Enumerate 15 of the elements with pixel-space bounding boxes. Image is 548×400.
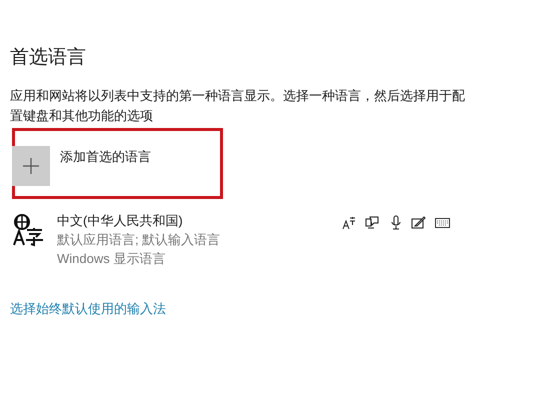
language-detail: Windows 显示语言 bbox=[57, 250, 166, 268]
speech-icon bbox=[365, 216, 381, 230]
description-text: 应用和网站将以列表中支持的第一种语言显示。选择一种语言，然后选择用于配置键盘和其他功能的选项 bbox=[10, 87, 465, 125]
microphone-icon bbox=[390, 215, 402, 230]
language-icon bbox=[11, 213, 45, 247]
add-language-button[interactable]: 添加首选的语言 bbox=[12, 146, 151, 186]
pen-icon bbox=[411, 216, 426, 229]
text-to-speech-icon bbox=[342, 216, 356, 230]
language-name: 中文(中华人民共和国) bbox=[57, 212, 184, 230]
language-detail: 默认应用语言; 默认输入语言 bbox=[57, 231, 220, 249]
keyboard-icon bbox=[435, 218, 450, 228]
plus-icon bbox=[12, 146, 50, 186]
input-method-link[interactable]: 选择始终默认使用的输入法 bbox=[10, 299, 166, 318]
language-item[interactable]: 中文(中华人民共和国) 默认应用语言; 默认输入语言 Windows 显示语言 bbox=[10, 211, 450, 268]
section-title: 首选语言 bbox=[10, 46, 87, 70]
